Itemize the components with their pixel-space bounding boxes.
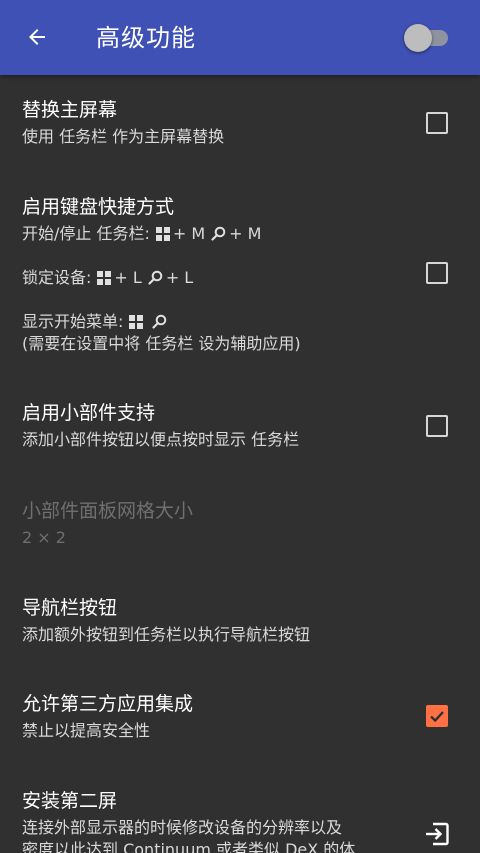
pref-title: 允许第三方应用集成: [22, 693, 194, 715]
shortcut-keys: + L: [114, 268, 142, 287]
pref-title: 启用小部件支持: [22, 402, 156, 424]
shortcut-keys: + M: [172, 224, 206, 243]
switch-thumb: [404, 24, 432, 52]
preferences-list: 替换主屏幕 使用 任务栏 作为主屏幕替换 启用键盘快捷方式 开始/停止 任务栏:…: [0, 75, 480, 853]
pref-title: 小部件面板网格大小: [22, 500, 194, 522]
pref-summary: 添加小部件按钮以便点按时显示 任务栏: [22, 430, 300, 449]
pref-title: 安装第二屏: [22, 790, 118, 812]
shortcut-start-stop: 开始/停止 任务栏: + M + M: [22, 223, 261, 245]
pref-third-party[interactable]: 允许第三方应用集成 禁止以提高安全性: [0, 665, 480, 765]
pref-title: 导航栏按钮: [22, 597, 118, 619]
windows-key-icon: [129, 315, 144, 329]
shortcut-keys: + M: [229, 224, 262, 243]
pref-summary: 添加额外按钮到任务栏以执行导航栏按钮: [22, 625, 311, 644]
pref-replace-home[interactable]: 替换主屏幕 使用 任务栏 作为主屏幕替换: [0, 75, 480, 170]
search-key-icon: [148, 270, 163, 285]
app-bar: 高级功能: [0, 0, 480, 75]
widgets-checkbox[interactable]: [426, 415, 448, 437]
arrow-back-icon: [29, 29, 45, 45]
shortcut-note: (需要在设置中将 任务栏 设为辅助应用): [22, 334, 301, 353]
pref-widgets[interactable]: 启用小部件支持 添加小部件按钮以便点按时显示 任务栏: [0, 370, 480, 470]
shortcut-keys: + L: [165, 268, 194, 287]
pref-second-screen[interactable]: 安装第二屏 连接外部显示器的时候修改设备的分辨率以及 密度以此达到 Contin…: [0, 765, 480, 853]
shortcut-label: 显示开始菜单:: [22, 312, 124, 331]
exit-to-app-icon[interactable]: [424, 821, 450, 847]
page-title: 高级功能: [96, 24, 196, 52]
pref-title: 替换主屏幕: [22, 99, 118, 121]
pref-summary: 使用 任务栏 作为主屏幕替换: [22, 127, 225, 146]
search-key-icon: [211, 226, 226, 241]
shortcut-label: 开始/停止 任务栏:: [22, 224, 150, 243]
search-key-icon: [152, 314, 167, 329]
master-toggle-switch[interactable]: [404, 24, 452, 52]
pref-summary: 禁止以提高安全性: [22, 721, 151, 740]
shortcut-lock-device: 锁定设备: + L + L: [22, 267, 193, 289]
windows-key-icon: [97, 271, 112, 285]
back-button[interactable]: [16, 16, 58, 58]
pref-summary-line: 连接外部显示器的时候修改设备的分辨率以及: [22, 818, 343, 837]
shortcut-label: 锁定设备:: [22, 268, 92, 287]
shortcut-start-menu: 显示开始菜单:: [22, 311, 170, 333]
third-party-checkbox[interactable]: [426, 705, 448, 727]
keyboard-shortcuts-checkbox[interactable]: [426, 262, 448, 284]
checkmark-icon: [430, 711, 444, 723]
pref-widget-grid-size: 小部件面板网格大小 2 × 2: [0, 470, 480, 570]
replace-home-checkbox[interactable]: [426, 112, 448, 134]
pref-summary-line: 密度以此达到 Continuum 或者类似 DeX 的体: [22, 840, 356, 853]
pref-title: 启用键盘快捷方式: [22, 196, 175, 218]
pref-nav-buttons[interactable]: 导航栏按钮 添加额外按钮到任务栏以执行导航栏按钮: [0, 570, 480, 665]
pref-keyboard-shortcuts[interactable]: 启用键盘快捷方式 开始/停止 任务栏: + M + M 锁定设备: + L + L 显示…: [0, 170, 480, 370]
pref-summary: 2 × 2: [22, 528, 66, 547]
windows-key-icon: [155, 227, 170, 241]
